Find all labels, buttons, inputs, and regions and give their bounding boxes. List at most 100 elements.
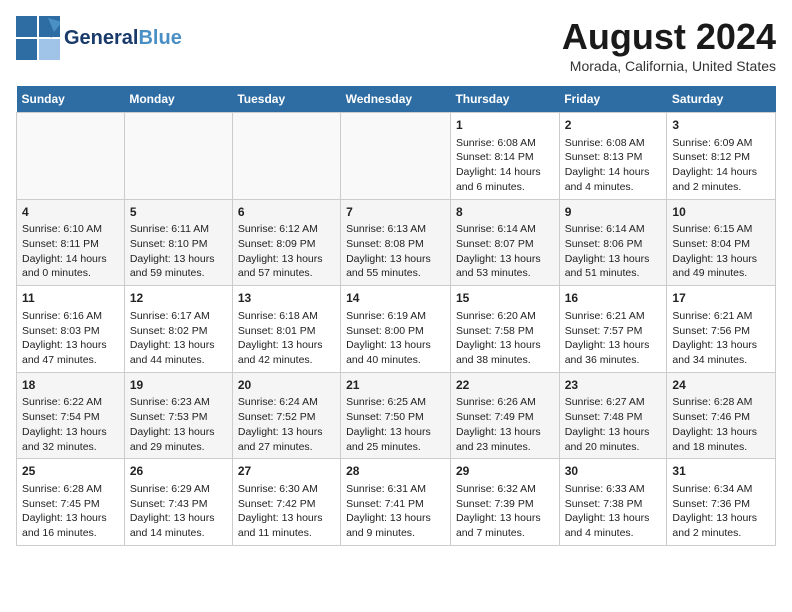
calendar-cell: 17 Sunrise: 6:21 AM Sunset: 7:56 PM Dayl… — [667, 286, 776, 373]
day-number: 28 — [346, 463, 445, 480]
calendar-cell — [124, 113, 232, 200]
sunset-line: Sunset: 8:10 PM — [130, 238, 208, 250]
calendar-cell: 12 Sunrise: 6:17 AM Sunset: 8:02 PM Dayl… — [124, 286, 232, 373]
day-number: 18 — [22, 377, 119, 394]
daylight-line1: Daylight: 13 hours — [346, 253, 431, 265]
sunrise-line: Sunrise: 6:32 AM — [456, 483, 536, 495]
daylight-line2: and 23 minutes. — [456, 441, 531, 453]
sunrise-line: Sunrise: 6:19 AM — [346, 310, 426, 322]
daylight-line1: Daylight: 13 hours — [238, 512, 323, 524]
sunset-line: Sunset: 8:14 PM — [456, 151, 534, 163]
col-sunday: Sunday — [17, 86, 125, 113]
sunset-line: Sunset: 7:43 PM — [130, 498, 208, 510]
daylight-line1: Daylight: 13 hours — [130, 512, 215, 524]
sunset-line: Sunset: 8:11 PM — [22, 238, 99, 250]
day-number: 4 — [22, 204, 119, 221]
daylight-line2: and 40 minutes. — [346, 354, 421, 366]
daylight-line2: and 4 minutes. — [565, 181, 634, 193]
day-number: 29 — [456, 463, 554, 480]
day-number: 9 — [565, 204, 662, 221]
calendar-cell — [17, 113, 125, 200]
calendar-week-row: 25 Sunrise: 6:28 AM Sunset: 7:45 PM Dayl… — [17, 459, 776, 546]
calendar-cell: 10 Sunrise: 6:15 AM Sunset: 8:04 PM Dayl… — [667, 199, 776, 286]
day-number: 6 — [238, 204, 335, 221]
daylight-line2: and 36 minutes. — [565, 354, 640, 366]
sunrise-line: Sunrise: 6:10 AM — [22, 223, 102, 235]
daylight-line1: Daylight: 13 hours — [22, 339, 107, 351]
calendar-cell: 20 Sunrise: 6:24 AM Sunset: 7:52 PM Dayl… — [232, 372, 340, 459]
sunset-line: Sunset: 7:39 PM — [456, 498, 534, 510]
sunset-line: Sunset: 8:06 PM — [565, 238, 643, 250]
calendar-cell: 24 Sunrise: 6:28 AM Sunset: 7:46 PM Dayl… — [667, 372, 776, 459]
daylight-line2: and 2 minutes. — [672, 527, 741, 539]
sunrise-line: Sunrise: 6:27 AM — [565, 396, 645, 408]
daylight-line1: Daylight: 14 hours — [456, 166, 541, 178]
sunrise-line: Sunrise: 6:08 AM — [456, 137, 536, 149]
sunrise-line: Sunrise: 6:20 AM — [456, 310, 536, 322]
sunrise-line: Sunrise: 6:23 AM — [130, 396, 210, 408]
day-number: 22 — [456, 377, 554, 394]
calendar-week-row: 4 Sunrise: 6:10 AM Sunset: 8:11 PM Dayli… — [17, 199, 776, 286]
col-tuesday: Tuesday — [232, 86, 340, 113]
sunset-line: Sunset: 8:07 PM — [456, 238, 534, 250]
sunset-line: Sunset: 7:36 PM — [672, 498, 750, 510]
sunrise-line: Sunrise: 6:28 AM — [672, 396, 752, 408]
calendar-cell: 23 Sunrise: 6:27 AM Sunset: 7:48 PM Dayl… — [559, 372, 667, 459]
day-number: 31 — [672, 463, 770, 480]
sunset-line: Sunset: 8:08 PM — [346, 238, 424, 250]
logo-general: General — [64, 27, 138, 49]
calendar-cell: 11 Sunrise: 6:16 AM Sunset: 8:03 PM Dayl… — [17, 286, 125, 373]
sunrise-line: Sunrise: 6:09 AM — [672, 137, 752, 149]
sunrise-line: Sunrise: 6:29 AM — [130, 483, 210, 495]
sunset-line: Sunset: 7:46 PM — [672, 411, 750, 423]
sunrise-line: Sunrise: 6:18 AM — [238, 310, 318, 322]
daylight-line1: Daylight: 13 hours — [672, 253, 757, 265]
daylight-line1: Daylight: 14 hours — [565, 166, 650, 178]
sunset-line: Sunset: 8:09 PM — [238, 238, 316, 250]
daylight-line1: Daylight: 13 hours — [456, 426, 541, 438]
daylight-line1: Daylight: 13 hours — [456, 253, 541, 265]
sunrise-line: Sunrise: 6:16 AM — [22, 310, 102, 322]
daylight-line1: Daylight: 13 hours — [456, 512, 541, 524]
calendar-week-row: 18 Sunrise: 6:22 AM Sunset: 7:54 PM Dayl… — [17, 372, 776, 459]
calendar-cell: 30 Sunrise: 6:33 AM Sunset: 7:38 PM Dayl… — [559, 459, 667, 546]
day-number: 23 — [565, 377, 662, 394]
sunrise-line: Sunrise: 6:30 AM — [238, 483, 318, 495]
calendar-cell: 3 Sunrise: 6:09 AM Sunset: 8:12 PM Dayli… — [667, 113, 776, 200]
daylight-line1: Daylight: 13 hours — [672, 512, 757, 524]
sunrise-line: Sunrise: 6:08 AM — [565, 137, 645, 149]
calendar-cell: 8 Sunrise: 6:14 AM Sunset: 8:07 PM Dayli… — [450, 199, 559, 286]
day-number: 14 — [346, 290, 445, 307]
sunrise-line: Sunrise: 6:26 AM — [456, 396, 536, 408]
daylight-line1: Daylight: 13 hours — [672, 339, 757, 351]
daylight-line2: and 4 minutes. — [565, 527, 634, 539]
day-number: 24 — [672, 377, 770, 394]
sunrise-line: Sunrise: 6:21 AM — [672, 310, 752, 322]
sunrise-line: Sunrise: 6:21 AM — [565, 310, 645, 322]
page-header: GeneralBlue August 2024 Morada, Californ… — [16, 16, 776, 74]
calendar-cell: 9 Sunrise: 6:14 AM Sunset: 8:06 PM Dayli… — [559, 199, 667, 286]
daylight-line2: and 16 minutes. — [22, 527, 97, 539]
sunrise-line: Sunrise: 6:14 AM — [565, 223, 645, 235]
daylight-line1: Daylight: 13 hours — [130, 339, 215, 351]
calendar-cell: 6 Sunrise: 6:12 AM Sunset: 8:09 PM Dayli… — [232, 199, 340, 286]
sunset-line: Sunset: 8:04 PM — [672, 238, 750, 250]
daylight-line2: and 44 minutes. — [130, 354, 205, 366]
calendar-cell: 19 Sunrise: 6:23 AM Sunset: 7:53 PM Dayl… — [124, 372, 232, 459]
page-subtitle: Morada, California, United States — [562, 58, 776, 74]
day-number: 5 — [130, 204, 227, 221]
calendar-cell: 16 Sunrise: 6:21 AM Sunset: 7:57 PM Dayl… — [559, 286, 667, 373]
calendar-cell — [232, 113, 340, 200]
sunrise-line: Sunrise: 6:12 AM — [238, 223, 318, 235]
day-number: 16 — [565, 290, 662, 307]
daylight-line1: Daylight: 14 hours — [22, 253, 107, 265]
calendar-week-row: 11 Sunrise: 6:16 AM Sunset: 8:03 PM Dayl… — [17, 286, 776, 373]
daylight-line2: and 25 minutes. — [346, 441, 421, 453]
daylight-line1: Daylight: 14 hours — [672, 166, 757, 178]
daylight-line1: Daylight: 13 hours — [346, 512, 431, 524]
daylight-line2: and 18 minutes. — [672, 441, 747, 453]
day-number: 12 — [130, 290, 227, 307]
sunset-line: Sunset: 7:49 PM — [456, 411, 534, 423]
day-number: 7 — [346, 204, 445, 221]
calendar-cell: 27 Sunrise: 6:30 AM Sunset: 7:42 PM Dayl… — [232, 459, 340, 546]
